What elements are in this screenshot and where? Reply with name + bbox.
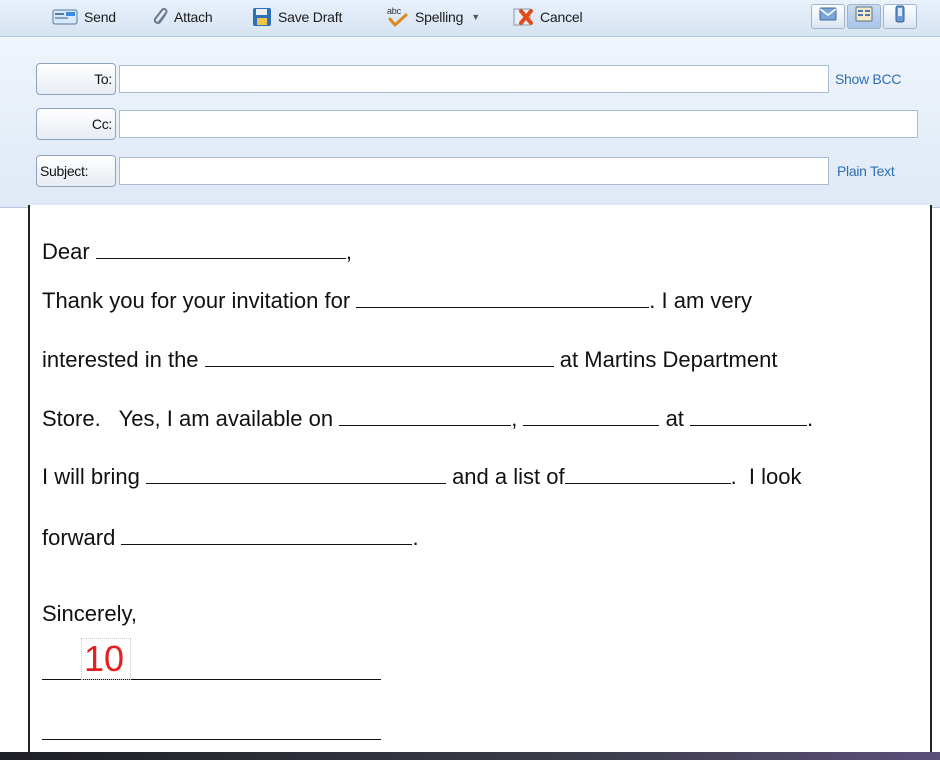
blank-position[interactable] xyxy=(204,348,554,367)
contacts-view-button[interactable] xyxy=(847,4,881,29)
cancel-label: Cancel xyxy=(540,9,583,25)
plain-text-link[interactable]: Plain Text xyxy=(837,155,895,187)
attach-button[interactable]: Attach xyxy=(150,5,213,29)
svg-text:abc: abc xyxy=(387,6,402,16)
subject-input[interactable] xyxy=(119,157,829,185)
greeting-text: Dear xyxy=(42,239,90,264)
line5-text-a: forward xyxy=(42,525,116,550)
save-draft-label: Save Draft xyxy=(278,9,343,25)
show-bcc-link[interactable]: Show BCC xyxy=(835,63,901,95)
toolbar: Send Attach Save Draft abc Spelling ▼ Ca… xyxy=(0,0,940,37)
paperclip-icon xyxy=(150,7,168,27)
letter-line-4: I will bring and a list of . I look xyxy=(42,464,802,490)
send-button[interactable]: Send xyxy=(52,5,116,29)
spelling-button[interactable]: abc Spelling ▼ xyxy=(385,5,480,29)
cc-input[interactable] xyxy=(119,110,918,138)
subject-row: Subject: Plain Text xyxy=(36,155,916,187)
spelling-label: Spelling xyxy=(415,9,464,25)
taskbar-strip xyxy=(0,752,940,760)
letter-line-5: forward . xyxy=(42,525,419,550)
blank-bring[interactable] xyxy=(145,465,446,484)
save-draft-button[interactable]: Save Draft xyxy=(252,5,342,29)
cc-row: Cc: xyxy=(36,108,918,140)
floppy-disk-icon xyxy=(252,7,272,27)
line4-text-b: and a list of xyxy=(452,464,565,489)
printed-name-line[interactable] xyxy=(42,739,381,740)
cancel-icon xyxy=(512,6,534,28)
letter-line-1: Thank you for your invitation for . I am… xyxy=(42,288,752,314)
line2-text-b: at Martins Department xyxy=(559,347,778,372)
chevron-down-icon: ▼ xyxy=(471,12,480,22)
spell-check-icon: abc xyxy=(385,5,409,29)
letter-line-2: interested in the at Martins Department xyxy=(42,347,777,373)
closing-text: Sincerely, xyxy=(42,601,137,626)
to-input[interactable] xyxy=(119,65,829,93)
blank-recipient[interactable] xyxy=(95,240,346,259)
attach-label: Attach xyxy=(174,9,213,25)
line4-text-c: . I look xyxy=(730,464,802,489)
mail-view-button[interactable] xyxy=(811,4,845,29)
view-switcher xyxy=(811,4,921,30)
score-annotation: 10 xyxy=(81,638,132,680)
envelope-icon xyxy=(819,7,837,26)
blank-date[interactable] xyxy=(523,407,660,426)
blank-day[interactable] xyxy=(339,407,512,426)
blank-time[interactable] xyxy=(690,407,808,426)
line3-text-a: Store. Yes, I am available on xyxy=(42,406,334,431)
cc-button[interactable]: Cc: xyxy=(36,108,116,140)
to-row: To: Show BCC xyxy=(36,63,916,95)
message-body[interactable]: Dear , Thank you for your invitation for… xyxy=(28,205,932,752)
blank-list[interactable] xyxy=(564,465,731,484)
line1-text-b: . I am very xyxy=(649,288,752,313)
compose-header: Send Attach Save Draft abc Spelling ▼ Ca… xyxy=(0,0,940,208)
send-icon xyxy=(52,8,78,26)
address-book-icon xyxy=(855,6,873,27)
line3-text-b: at xyxy=(665,406,684,431)
subject-button[interactable]: Subject: xyxy=(36,155,116,187)
letter-line-3: Store. Yes, I am available on , at . xyxy=(42,406,814,431)
to-button[interactable]: To: xyxy=(36,63,116,95)
blank-forward[interactable] xyxy=(121,526,413,545)
mobile-view-button[interactable] xyxy=(883,4,917,29)
line4-text-a: I will bring xyxy=(42,464,140,489)
send-label: Send xyxy=(84,9,116,25)
line2-text-a: interested in the xyxy=(42,347,199,372)
greeting-line: Dear , xyxy=(42,239,352,264)
blank-invitation[interactable] xyxy=(356,289,650,308)
phone-icon xyxy=(895,5,905,28)
cancel-button[interactable]: Cancel xyxy=(512,5,583,29)
line1-text-a: Thank you for your invitation for xyxy=(42,288,351,313)
